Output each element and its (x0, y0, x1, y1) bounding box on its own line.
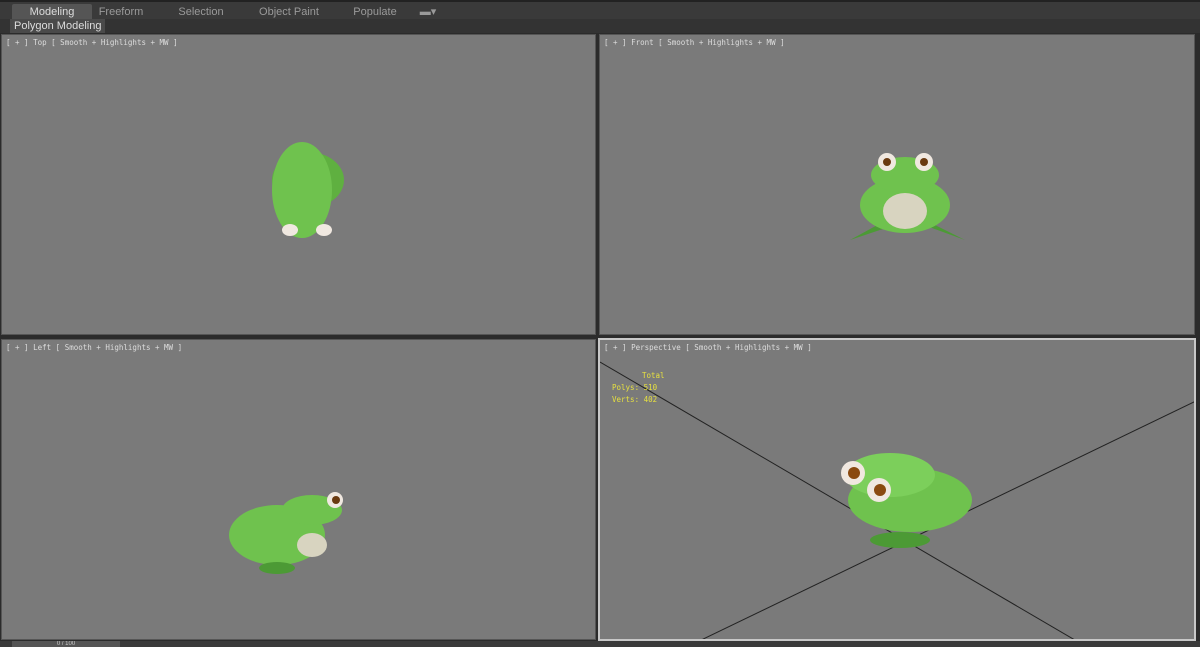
frog-model-top (272, 142, 344, 238)
tab-object-paint[interactable]: Object Paint (255, 4, 323, 20)
tab-polygon-modeling[interactable]: Polygon Modeling (10, 19, 106, 33)
viewport-top[interactable]: [ + ] Top [ Smooth + Highlights + MW ] (1, 34, 596, 335)
timeline-bar (0, 641, 1200, 647)
ribbon-options-icon[interactable]: ▬▾ (416, 4, 440, 20)
viewport-front[interactable]: [ + ] Front [ Smooth + Highlights + MW ] (599, 34, 1195, 335)
stats-polys: Polys: 510 (612, 383, 658, 392)
viewport-perspective[interactable]: [ + ] Perspective [ Smooth + Highlights … (598, 338, 1196, 641)
stats-header: Total (642, 371, 665, 380)
statistics-overlay: Total Polys: 510 Verts: 402 (612, 370, 665, 406)
viewport-left[interactable]: [ + ] Left [ Smooth + Highlights + MW ] (1, 339, 596, 640)
tab-modeling[interactable]: Modeling (12, 4, 92, 20)
tab-selection[interactable]: Selection (170, 4, 232, 20)
ribbon: Modeling Freeform Selection Object Paint… (0, 0, 1200, 20)
stats-verts: Verts: 402 (612, 395, 658, 404)
frog-model-front (850, 153, 965, 240)
time-slider[interactable]: 0 / 100 (12, 641, 120, 647)
tab-populate[interactable]: Populate (345, 4, 405, 20)
grid-axes (600, 361, 1194, 639)
ribbon-panel: Polygon Modeling (0, 19, 1200, 33)
frog-model-left (229, 492, 343, 574)
tab-freeform[interactable]: Freeform (90, 4, 152, 20)
